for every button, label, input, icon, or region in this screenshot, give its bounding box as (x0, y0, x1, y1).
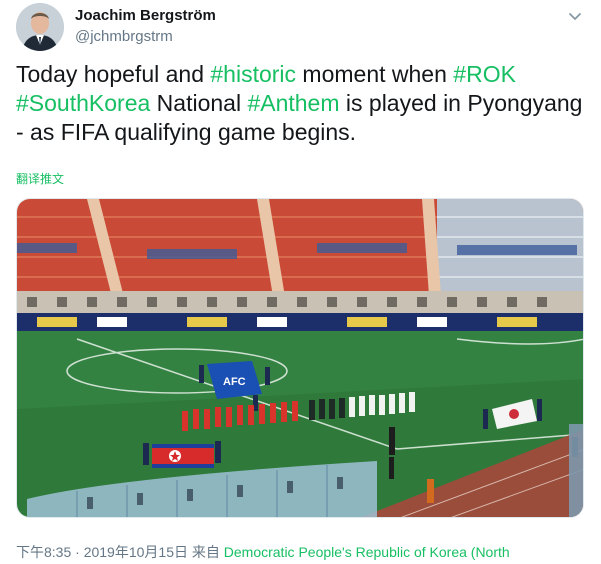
tweet-meta: 下午8:35 · 2019年10月15日 来自 Democratic Peopl… (16, 542, 510, 562)
tweet-photo[interactable]: AFC (16, 198, 584, 518)
hashtag-link[interactable]: #Anthem (247, 90, 339, 116)
avatar[interactable] (16, 3, 64, 51)
tweet-text-segment: moment when (296, 61, 454, 87)
from-label: 来自 (187, 544, 224, 560)
tweet-text: Today hopeful and #historic moment when … (16, 60, 586, 147)
author-display-name[interactable]: Joachim Bergström (75, 7, 216, 24)
chevron-down-icon[interactable] (567, 8, 583, 24)
hashtag-link[interactable]: #SouthKorea (16, 90, 150, 116)
tweet-text-segment: National (150, 90, 248, 116)
afc-flag-text: AFC (223, 376, 246, 388)
hashtag-link[interactable]: #ROK (453, 61, 516, 87)
tweet-timestamp[interactable]: 下午8:35 · 2019年10月15日 (16, 544, 188, 560)
hashtag-link[interactable]: #historic (210, 61, 296, 87)
author-handle[interactable]: @jchmbrgstrm (75, 28, 173, 45)
source-link[interactable]: Democratic People's Republic of Korea (N… (224, 544, 510, 560)
tweet-text-segment: Today hopeful and (16, 61, 211, 87)
translate-tweet-link[interactable]: 翻译推文 (16, 170, 64, 187)
